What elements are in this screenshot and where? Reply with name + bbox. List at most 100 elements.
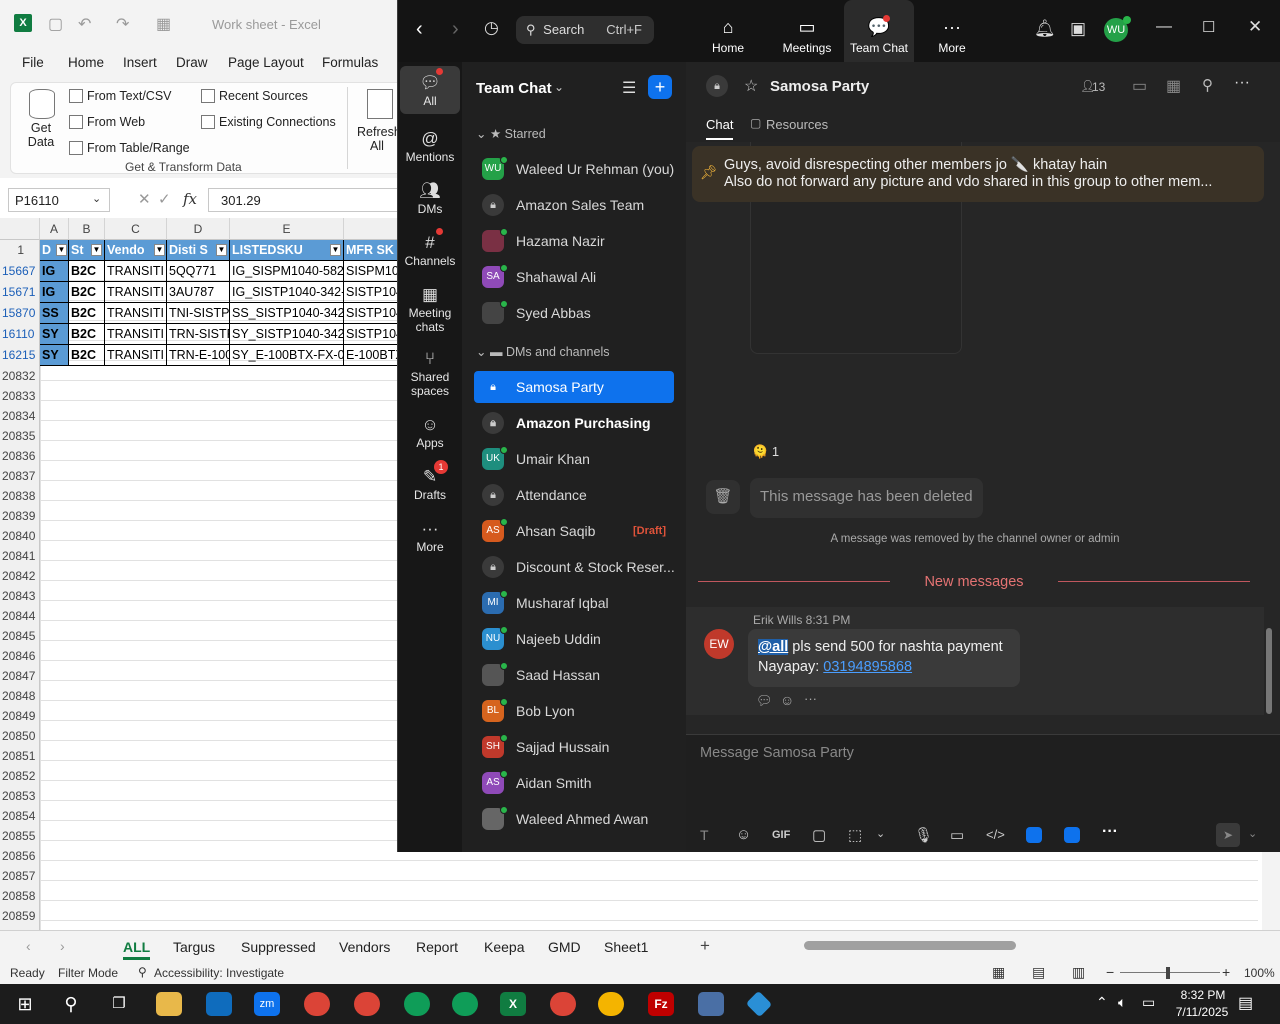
- maximize-icon[interactable]: ☐: [1202, 18, 1215, 36]
- rail-channels[interactable]: # Channels: [400, 226, 460, 274]
- more-tools-icon[interactable]: ···: [1102, 823, 1118, 841]
- row-header[interactable]: 20848: [0, 686, 40, 706]
- chat-list-item[interactable]: AS Aidan Smith: [474, 767, 674, 799]
- sheet-tab-report[interactable]: Report: [416, 939, 458, 955]
- row-header[interactable]: 20842: [0, 566, 40, 586]
- row-header[interactable]: 20837: [0, 466, 40, 486]
- sheet-tab-targus[interactable]: Targus: [173, 939, 215, 955]
- table-cell[interactable]: IG: [40, 261, 69, 282]
- row-header[interactable]: 20847: [0, 666, 40, 686]
- row-header[interactable]: 20855: [0, 826, 40, 846]
- row-header[interactable]: 20853: [0, 786, 40, 806]
- redo-icon[interactable]: ↷: [116, 14, 129, 34]
- sender-name[interactable]: Erik Wills: [753, 613, 802, 627]
- close-icon[interactable]: ✕: [1248, 17, 1262, 37]
- video-message-icon[interactable]: ▭: [950, 826, 964, 844]
- chat-list-item[interactable]: SA Shahawal Ali: [474, 261, 674, 293]
- column-header-c[interactable]: C: [105, 218, 167, 240]
- table-cell[interactable]: B2C: [69, 324, 105, 345]
- filezilla-icon[interactable]: Fz: [648, 992, 674, 1016]
- row-header[interactable]: 20844: [0, 606, 40, 626]
- recent-sources-button[interactable]: Recent Sources: [201, 89, 308, 103]
- table-cell[interactable]: TRN-SISTF: [167, 324, 230, 345]
- chat-list-item[interactable]: 🔒︎ Discount & Stock Reser...: [474, 551, 674, 583]
- channel-more-icon[interactable]: ···: [1234, 74, 1250, 92]
- row-header[interactable]: 20843: [0, 586, 40, 606]
- list-title[interactable]: Team Chat: [476, 80, 552, 97]
- channel-name[interactable]: Samosa Party: [770, 78, 869, 95]
- app-taskbar-icon[interactable]: [745, 990, 773, 1018]
- status-accessibility[interactable]: Accessibility: Investigate: [154, 966, 284, 980]
- row-header[interactable]: 16215: [0, 345, 40, 365]
- file-icon[interactable]: ▢: [812, 826, 826, 844]
- start-icon[interactable]: ⊞: [12, 992, 38, 1016]
- member-count[interactable]: 13: [1092, 80, 1105, 94]
- table-cell[interactable]: SISTP104: [344, 324, 398, 345]
- from-table-range-button[interactable]: From Table/Range: [69, 141, 190, 155]
- table-cell[interactable]: TRANSITI: [105, 324, 167, 345]
- chrome-icon[interactable]: [404, 992, 430, 1016]
- rail-all[interactable]: 💬︎ All: [400, 66, 460, 114]
- chat-list-item[interactable]: Saad Hassan: [474, 659, 674, 691]
- table-cell[interactable]: TRN-E-100: [167, 345, 230, 366]
- send-icon[interactable]: ➤: [1216, 823, 1240, 847]
- tab-resources[interactable]: Resources: [766, 117, 828, 132]
- forward-icon[interactable]: ›: [452, 18, 459, 41]
- app-icon-2[interactable]: [1064, 827, 1080, 843]
- table-cell[interactable]: TRANSITI: [105, 282, 167, 303]
- chat-list-item[interactable]: UK Umair Khan: [474, 443, 674, 475]
- new-chat-button[interactable]: +: [648, 75, 672, 99]
- nav-meetings[interactable]: ▭ Meetings: [764, 0, 850, 62]
- nav-team-chat[interactable]: 💬 Team Chat: [844, 0, 914, 62]
- table-cell[interactable]: E-100BTX: [344, 345, 398, 366]
- clock-time[interactable]: 8:32 PM: [1172, 988, 1234, 1002]
- network-icon[interactable]: ▭: [1142, 994, 1155, 1011]
- chat-list-item[interactable]: Waleed Ahmed Awan: [474, 803, 674, 835]
- add-reaction-icon[interactable]: ☺: [780, 692, 794, 708]
- code-icon[interactable]: </>: [986, 827, 1005, 842]
- reply-icon[interactable]: 💬︎: [756, 693, 773, 709]
- table-cell[interactable]: B2C: [69, 282, 105, 303]
- zoom-in-icon[interactable]: +: [1222, 964, 1230, 980]
- zoom-slider-thumb[interactable]: [1166, 967, 1170, 979]
- undo-icon[interactable]: ↶: [78, 14, 91, 34]
- sheet-tab-gmd[interactable]: GMD: [548, 939, 581, 955]
- message-more-icon[interactable]: ···: [804, 691, 817, 706]
- zoom-slider[interactable]: [1120, 972, 1220, 973]
- zoom-level[interactable]: 100%: [1244, 966, 1275, 980]
- whiteboard-icon[interactable]: ▣: [1070, 19, 1086, 39]
- sheet-tab-keepa[interactable]: Keepa: [484, 939, 524, 955]
- microphone-icon[interactable]: 🎙︎: [914, 826, 933, 844]
- add-sheet-icon[interactable]: +: [700, 936, 710, 956]
- chat-list-item[interactable]: BL Bob Lyon: [474, 695, 674, 727]
- chrome-icon[interactable]: [550, 992, 576, 1016]
- task-view-icon[interactable]: ❐: [106, 992, 132, 1016]
- screenshot-icon[interactable]: ⬚: [848, 826, 862, 844]
- menu-formulas[interactable]: Formulas: [322, 55, 378, 70]
- table-cell[interactable]: SS: [40, 303, 69, 324]
- filter-dropdown-icon[interactable]: ▼: [330, 244, 341, 256]
- row-header[interactable]: 15870: [0, 303, 40, 323]
- form-icon[interactable]: ▦: [156, 14, 171, 34]
- minimize-icon[interactable]: —: [1156, 18, 1172, 36]
- rail-drafts[interactable]: ✎ Drafts 1: [400, 460, 460, 508]
- row-header[interactable]: 20850: [0, 726, 40, 746]
- rail-dms[interactable]: 👥︎ DMs: [400, 174, 460, 222]
- accessibility-icon[interactable]: ⚲: [138, 965, 147, 979]
- history-icon[interactable]: ◷: [484, 18, 499, 38]
- chat-list-item[interactable]: AS Ahsan Saqib [Draft]: [474, 515, 674, 547]
- get-data-icon[interactable]: [29, 89, 55, 119]
- table-cell[interactable]: SY: [40, 345, 69, 366]
- filter-active-icon[interactable]: ▼: [91, 244, 102, 256]
- chat-scrollbar[interactable]: [1266, 628, 1272, 714]
- chat-list-item[interactable]: MI Musharaf Iqbal: [474, 587, 674, 619]
- row-header[interactable]: 20838: [0, 486, 40, 506]
- rail-more[interactable]: ··· More: [400, 512, 460, 560]
- notifications-icon[interactable]: ▤: [1238, 993, 1253, 1013]
- menu-file[interactable]: File: [22, 55, 44, 70]
- sheet-prev-icon[interactable]: ‹: [26, 938, 31, 954]
- chat-list-item[interactable]: SH Sajjad Hussain: [474, 731, 674, 763]
- save-icon[interactable]: ▢: [48, 14, 63, 34]
- sender-avatar[interactable]: EW: [704, 629, 734, 659]
- vertical-scrollbar[interactable]: [1262, 852, 1280, 930]
